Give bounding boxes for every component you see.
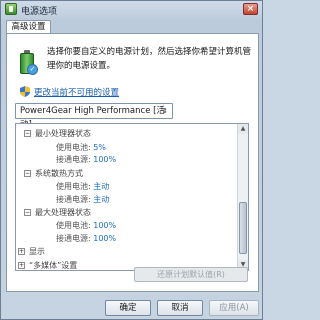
power-plan-icon: ✓ — [16, 49, 38, 75]
expand-icon[interactable]: + — [18, 248, 25, 255]
tree-item-max-cpu-battery[interactable]: 使用电池: 100% — [56, 220, 116, 231]
change-unavailable-settings-link[interactable]: 更改当前不可用的设置 — [34, 86, 119, 98]
tree-scrollbar[interactable]: ▲ ▼ — [237, 124, 248, 270]
scroll-up-icon[interactable]: ▲ — [238, 124, 248, 134]
tree-node-min-cpu[interactable]: − 最小处理器状态 — [24, 128, 91, 139]
collapse-icon[interactable]: − — [24, 170, 31, 177]
tab-advanced-settings[interactable]: 高级设置 — [6, 20, 51, 34]
cancel-button[interactable]: 取消 — [157, 300, 203, 316]
ok-button[interactable]: 确定 — [105, 300, 151, 316]
apply-button[interactable]: 应用(A) — [209, 300, 259, 316]
tree-item-cooling-battery[interactable]: 使用电池: 主动 — [56, 181, 109, 192]
chevron-updown-icon: ⇕ — [162, 107, 168, 115]
title-bar: 电源选项 × — [1, 1, 262, 18]
tree-node-cooling[interactable]: − 系统散热方式 — [24, 168, 83, 179]
scroll-thumb[interactable] — [239, 202, 247, 254]
uac-shield-icon — [20, 86, 30, 97]
tree-item-max-cpu-plugged[interactable]: 接通电源: 100% — [56, 233, 116, 244]
intro-text: 选择你要自定义的电源计划，然后选择你希望计算机管理你的电源设置。 — [47, 47, 252, 71]
tree-item-min-cpu-plugged[interactable]: 接通电源: 100% — [56, 154, 116, 165]
power-options-window: 电源选项 × 高级设置 ✓ 选择你要自定义的电源计划，然后选择你希望计算机管理你… — [0, 0, 263, 320]
tree-item-min-cpu-battery[interactable]: 使用电池: 5% — [56, 142, 106, 153]
close-button[interactable]: × — [243, 3, 258, 15]
restore-plan-defaults-button[interactable]: 还原计划默认值(R) — [134, 267, 248, 282]
collapse-icon[interactable]: − — [24, 130, 31, 137]
settings-tree[interactable]: − 最小处理器状态 使用电池: 5% 接通电源: 100% − 系统散热方式 使用电… — [15, 123, 249, 271]
collapse-icon[interactable]: − — [24, 209, 31, 216]
tree-node-max-cpu[interactable]: − 最大处理器状态 — [24, 207, 91, 218]
battery-icon — [5, 3, 17, 15]
power-plan-select[interactable]: Power4Gear High Performance [活动] ⇕ — [15, 103, 173, 130]
tree-node-display[interactable]: + 显示 — [18, 246, 45, 257]
tree-item-cooling-plugged[interactable]: 接通电源: 主动 — [56, 194, 109, 205]
tree-node-multimedia[interactable]: + “多媒体”设置 — [18, 260, 77, 270]
window-title: 电源选项 — [21, 7, 58, 17]
expand-icon[interactable]: + — [18, 262, 25, 269]
